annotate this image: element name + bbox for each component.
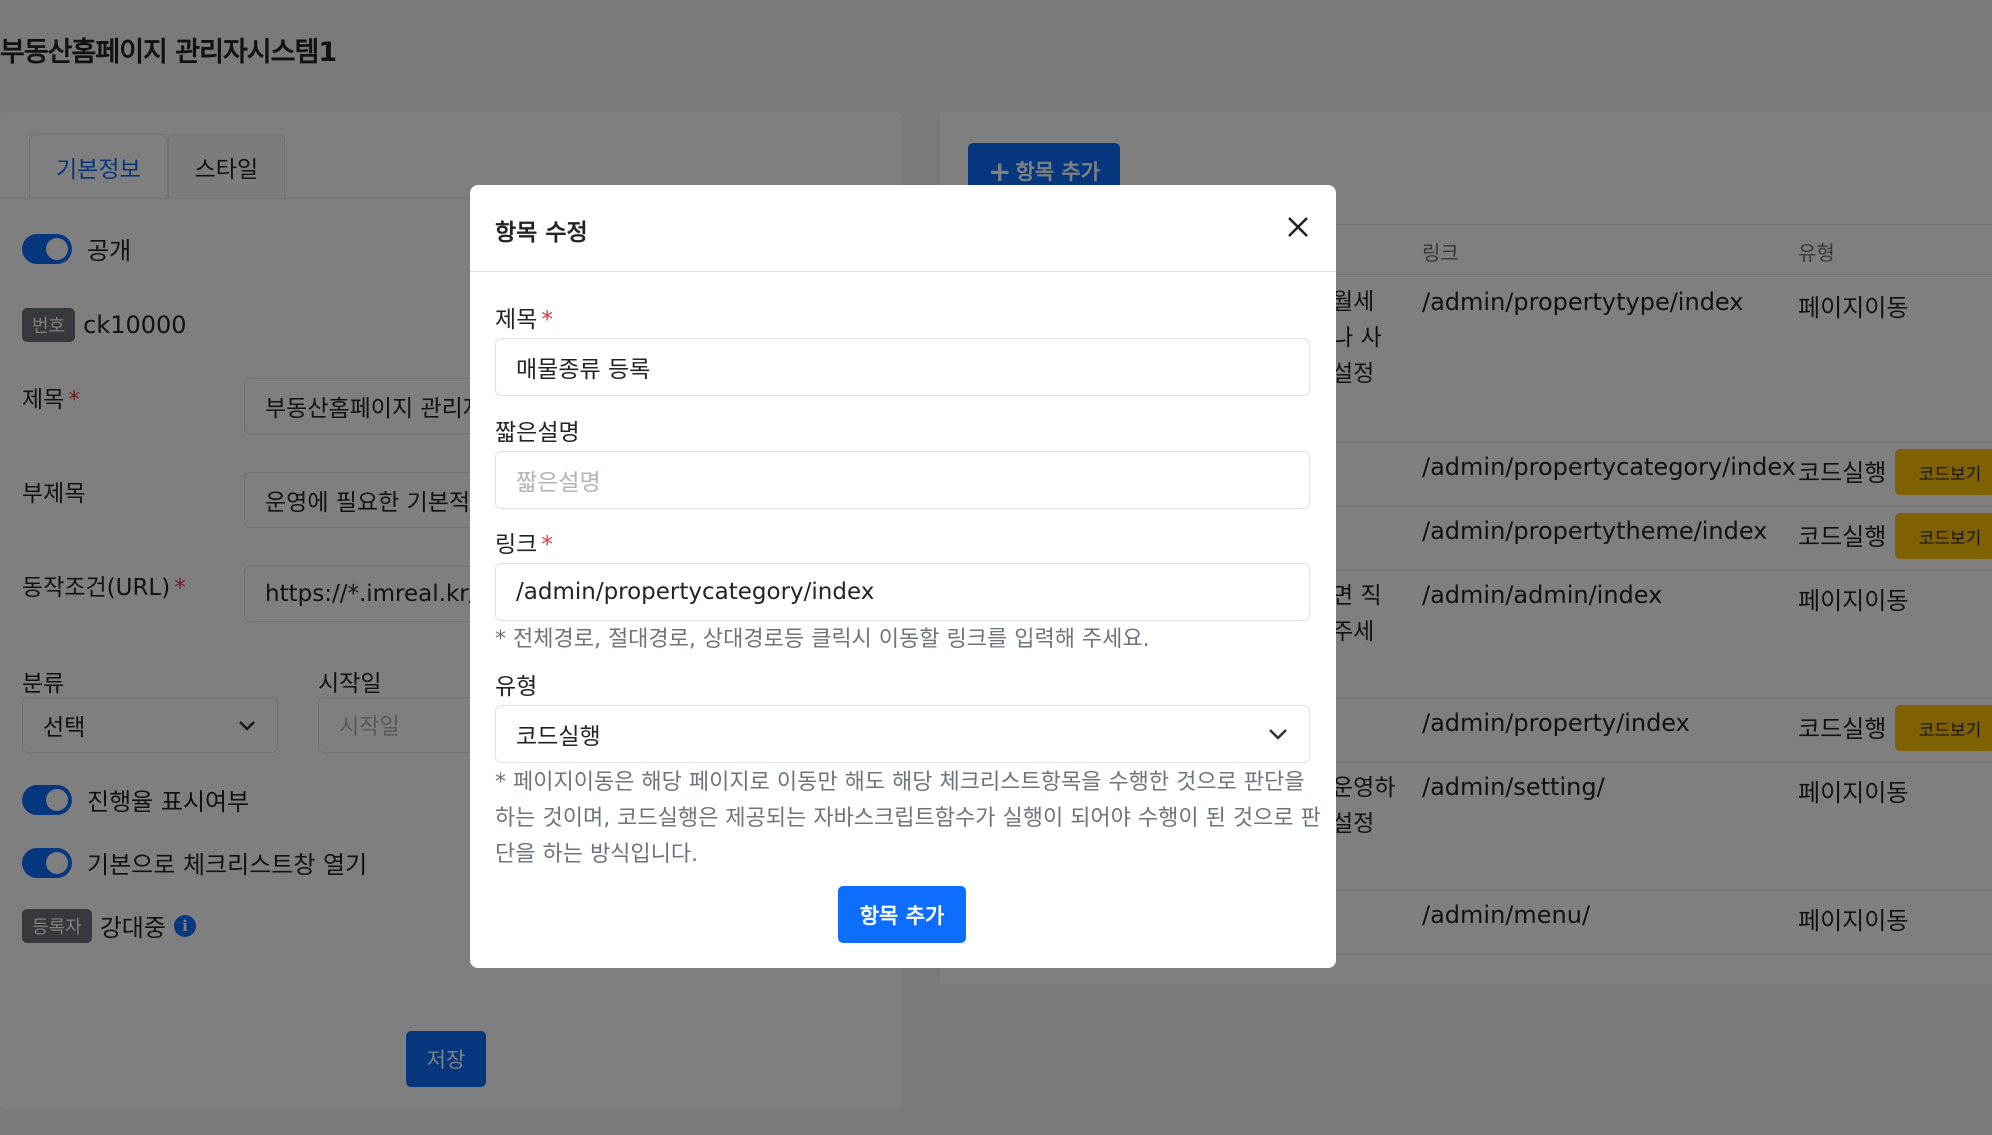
type-select[interactable]: 코드실행 — [495, 705, 1310, 763]
edit-item-modal: 항목 수정 제목 * 매물종류 등록 짧은설명 짧은설명 링크 * /admin/p… — [470, 185, 1336, 968]
link-label: 링크 * — [495, 532, 553, 558]
type-label: 유형 — [495, 674, 538, 700]
short-desc-input[interactable]: 짧은설명 — [495, 451, 1310, 509]
modal-title-label: 제목 * — [495, 307, 553, 333]
link-input[interactable]: /admin/propertycategory/index — [495, 563, 1310, 621]
short-desc-label: 짧은설명 — [495, 420, 580, 446]
modal-title: 항목 수정 — [495, 220, 588, 246]
item-title-input[interactable]: 매물종류 등록 — [495, 338, 1310, 396]
link-help-text: * 전체경로, 절대경로, 상대경로등 클릭시 이동할 링크를 입력해 주세요. — [495, 627, 1150, 652]
type-help-text: * 페이지이동은 해당 페이지로 이동만 해도 해당 체크리스트항목을 수행한 … — [495, 770, 1321, 867]
type-select-value: 코드실행 — [516, 724, 601, 750]
close-icon[interactable] — [1280, 209, 1316, 245]
add-item-submit-button[interactable]: 항목 추가 — [838, 886, 966, 943]
modal-header: 항목 수정 — [470, 185, 1336, 272]
chevron-down-icon — [1267, 721, 1289, 747]
